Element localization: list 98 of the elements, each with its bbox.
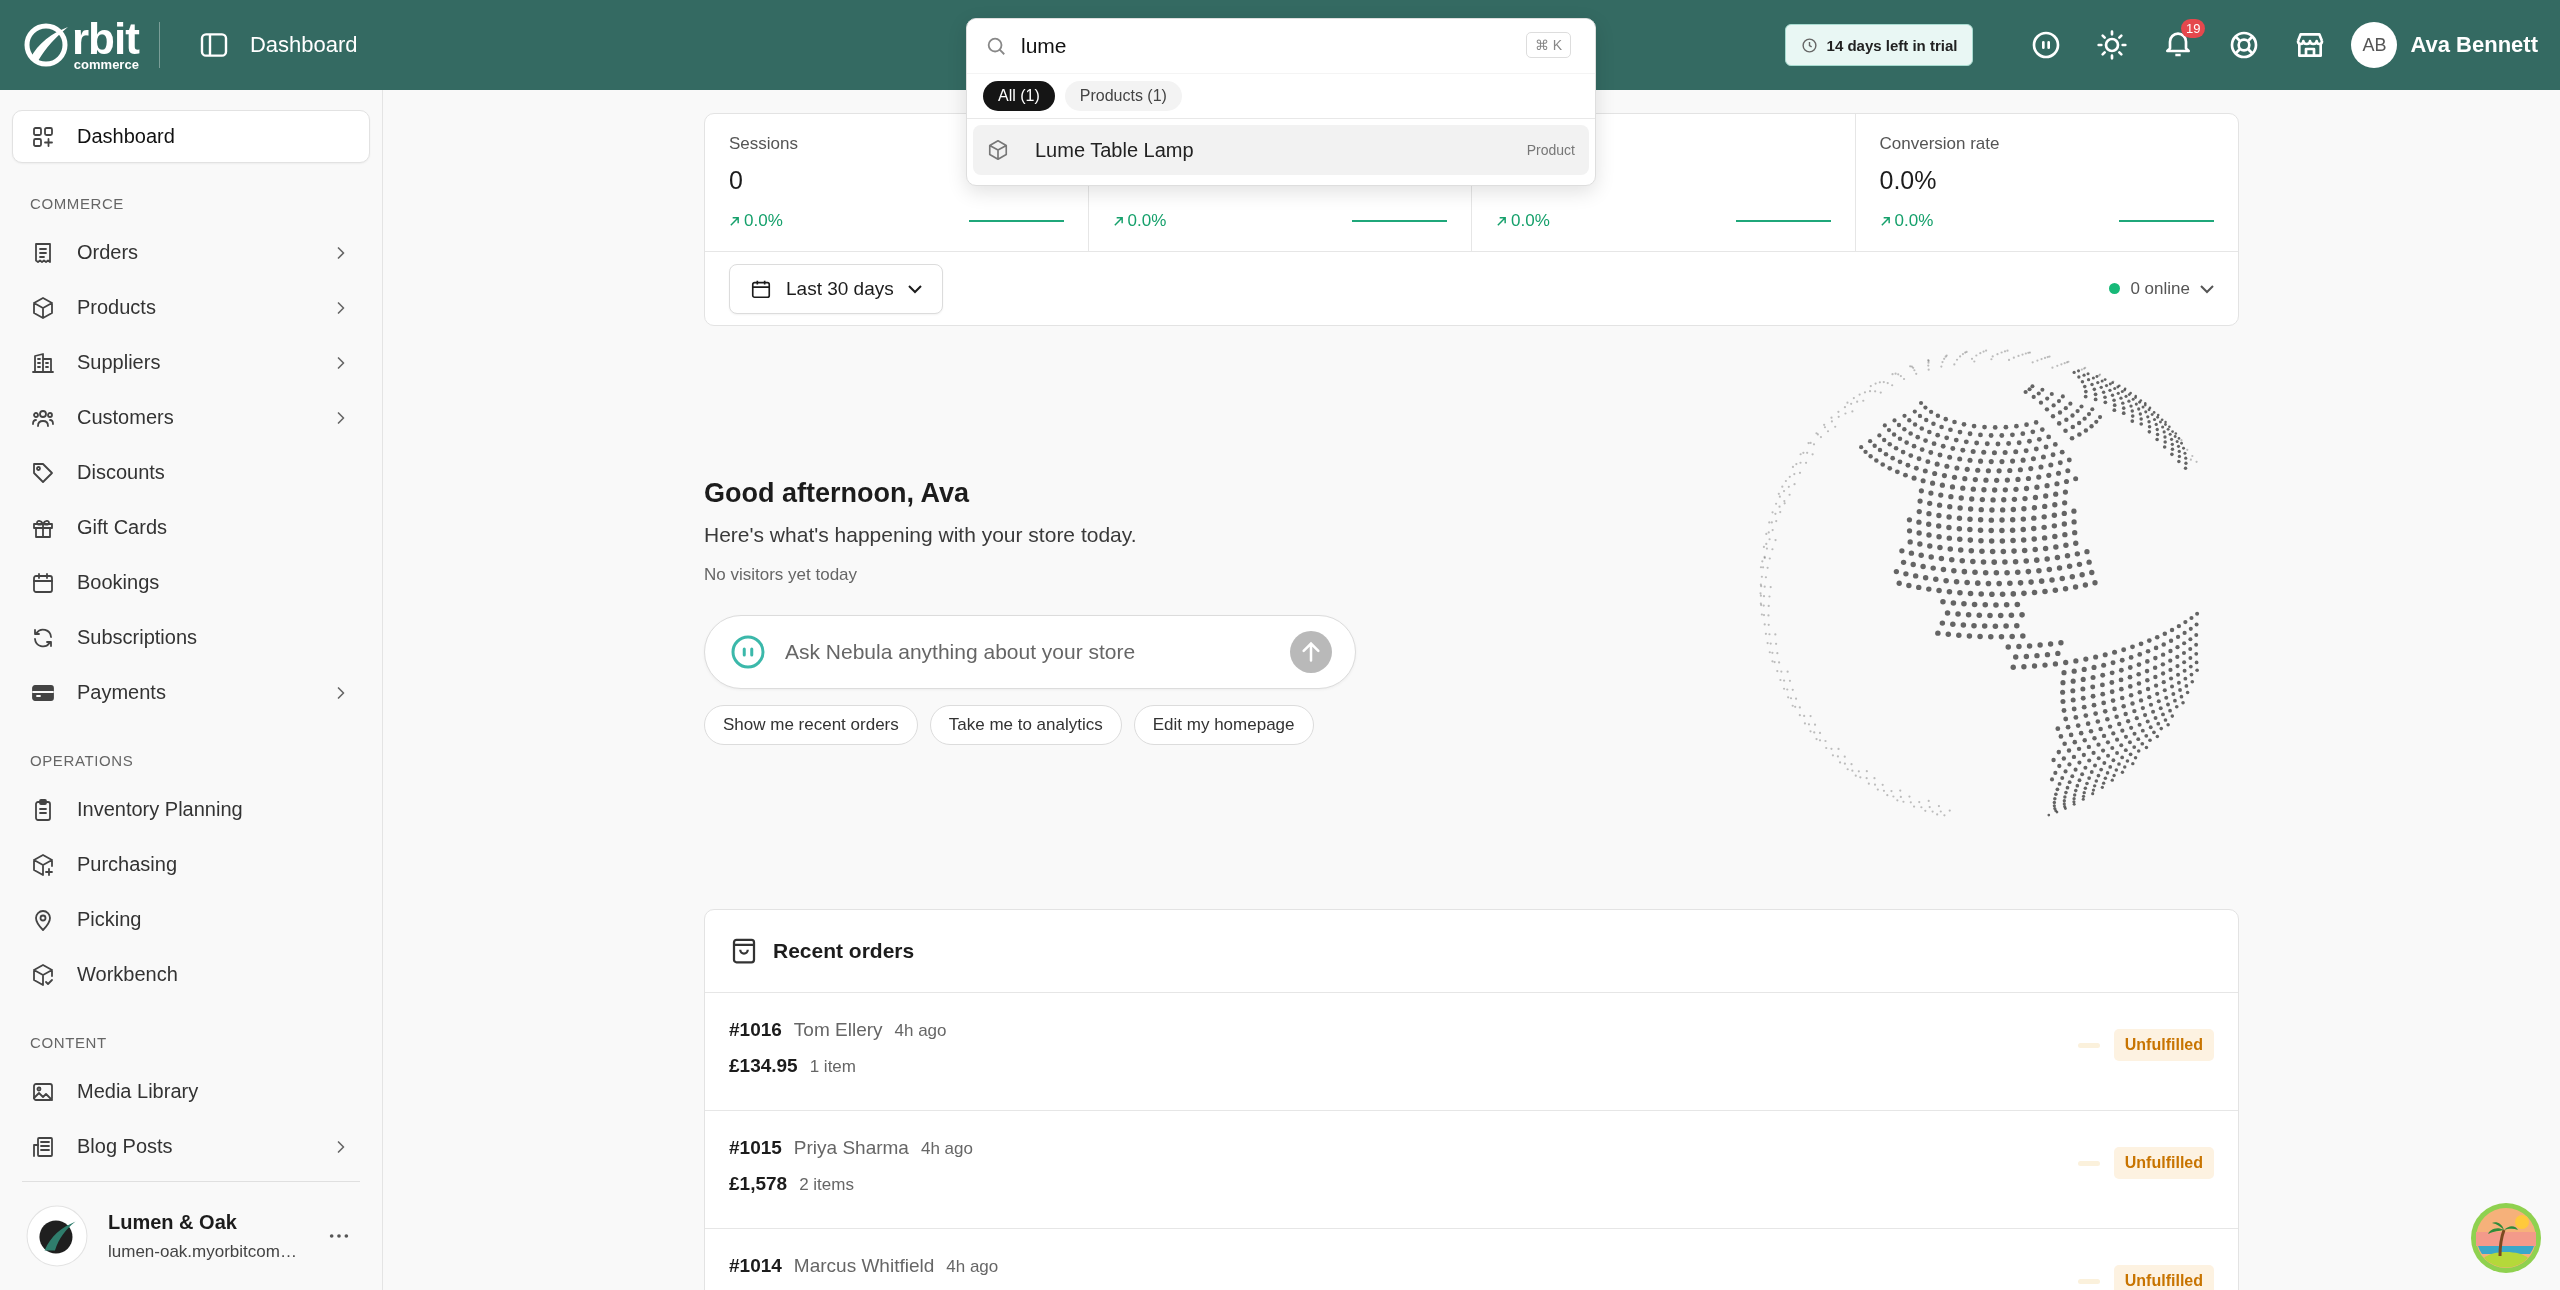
- order-total: £134.95: [729, 1055, 798, 1077]
- sidebar-item[interactable]: Bookings: [12, 555, 370, 610]
- status-badge: Unfulfilled: [2113, 1029, 2214, 1061]
- section-heading: CONTENT: [29, 1033, 108, 1053]
- arrow-up-right-icon: [1112, 215, 1124, 227]
- clock-icon: [1800, 36, 1818, 54]
- sidebar-item[interactable]: Products: [12, 280, 370, 335]
- building-icon: [31, 350, 55, 375]
- result-title: Lume Table Lamp: [1035, 138, 1195, 162]
- search-field[interactable]: lume ⌘ K: [967, 19, 1595, 74]
- section-heading: OPERATIONS: [29, 751, 135, 771]
- shortcut-hint: ⌘ K: [1525, 32, 1571, 58]
- sidebar-item[interactable]: Discounts: [12, 445, 370, 500]
- date-range-button[interactable]: Last 30 days: [729, 263, 943, 314]
- sidebar-item[interactable]: Suppliers: [12, 335, 370, 390]
- stat-label: Sessions: [729, 134, 798, 155]
- section-heading: COMMERCE: [29, 194, 125, 214]
- tag-icon: [31, 460, 55, 485]
- logo-tagline: commerce: [73, 58, 139, 72]
- sidebar-item[interactable]: Blog Posts: [12, 1119, 370, 1174]
- sidebar-item[interactable]: Inventory Planning: [12, 782, 370, 837]
- sidebar-item[interactable]: Media Library: [12, 1064, 370, 1119]
- newspaper-icon: [31, 1134, 55, 1159]
- item-count: 2 items: [799, 1175, 854, 1195]
- logo-icon: [22, 21, 70, 69]
- placeholder-bar: [2077, 1278, 2100, 1284]
- sidebar-item[interactable]: Customers: [12, 390, 370, 445]
- cube-plus-icon: [31, 852, 55, 877]
- card-title: Recent orders: [773, 939, 915, 963]
- order-number: #1016: [729, 1019, 782, 1041]
- sidebar-item[interactable]: Payments: [12, 665, 370, 720]
- placeholder-bar: [2077, 1160, 2100, 1166]
- status-badge: Unfulfilled: [2113, 1147, 2214, 1179]
- arrow-up-right-icon: [1496, 215, 1507, 227]
- order-time: 4h ago: [920, 1139, 973, 1159]
- logo-wordmark: rbit: [72, 18, 139, 59]
- sidebar-item[interactable]: Picking: [12, 892, 370, 947]
- visitors-note: No visitors yet today: [704, 564, 859, 585]
- order-total: £1,578: [729, 1173, 788, 1195]
- order-row[interactable]: #1014 Marcus Whitfield 4h ago Unfulfilled: [705, 1229, 2238, 1290]
- filter-tab[interactable]: Products (1): [1064, 81, 1182, 111]
- sidebar-item[interactable]: Purchasing: [12, 837, 370, 892]
- stat-change: 0.0%: [1112, 211, 1167, 231]
- stat-change: 0.0%: [1496, 211, 1550, 231]
- store-domain: lumen-oak.myorbitcom…: [108, 1241, 298, 1262]
- greeting-title: Good afternoon, Ava: [704, 477, 971, 509]
- stat-label: Conversion rate: [1879, 134, 2000, 155]
- greeting-subtitle: Here's what's happening with your store today.: [704, 522, 1138, 547]
- stat-value: 0.0%: [1879, 166, 1937, 196]
- trial-text: 14 days left in trial: [1826, 36, 1958, 54]
- suggestion-chip[interactable]: Edit my homepage: [1133, 704, 1314, 745]
- store-logo-icon: [26, 1205, 88, 1267]
- customer-name: Tom Ellery: [793, 1019, 883, 1041]
- cube-icon: [987, 139, 1009, 161]
- filter-tab[interactable]: All (1): [983, 81, 1055, 111]
- order-number: #1015: [729, 1137, 782, 1159]
- sidebar-item[interactable]: Subscriptions: [12, 610, 370, 665]
- suggestion-chip[interactable]: Show me recent orders: [704, 704, 918, 745]
- store-name: Lumen & Oak: [108, 1210, 238, 1234]
- sun-icon[interactable]: [2096, 29, 2129, 61]
- placeholder-bar: [2077, 1042, 2100, 1048]
- customer-name: Marcus Whitfield: [793, 1255, 935, 1277]
- more-icon[interactable]: [328, 1232, 350, 1240]
- online-indicator[interactable]: 0 online: [2109, 278, 2214, 299]
- stat-change: 0.0%: [1879, 211, 1934, 231]
- order-time: 4h ago: [894, 1021, 947, 1041]
- calendar-icon: [31, 570, 55, 595]
- arrow-up-right-icon: [1879, 215, 1891, 227]
- order-time: 4h ago: [946, 1257, 999, 1277]
- suggestion-chip[interactable]: Take me to analytics: [929, 704, 1122, 745]
- stat-value: 0: [729, 166, 743, 196]
- order-row[interactable]: #1015 Priya Sharma 4h ago £1,578 2 items Unfulfilled: [705, 1111, 2238, 1229]
- cube-check-icon: [31, 962, 55, 987]
- order-row[interactable]: #1016 Tom Ellery 4h ago £134.95 1 item Unfulfilled: [705, 993, 2238, 1111]
- arrow-up-right-icon: [729, 215, 740, 227]
- user-name[interactable]: Ava Bennett: [2410, 32, 2538, 58]
- notification-badge: 19: [2181, 19, 2206, 38]
- search-result[interactable]: Lume Table Lamp Product: [973, 125, 1589, 175]
- search-icon: [985, 35, 1007, 57]
- cube-icon: [31, 295, 55, 320]
- stat-change: 0.0%: [729, 211, 783, 231]
- trial-badge[interactable]: 14 days left in trial: [1784, 24, 1974, 66]
- caret-icon: [907, 284, 922, 293]
- sidebar-item[interactable]: Gift Cards: [12, 500, 370, 555]
- item-count: 1 item: [809, 1057, 856, 1077]
- result-type: Product: [1526, 142, 1575, 158]
- ask-field[interactable]: Ask Nebula anything about your store: [704, 614, 1356, 689]
- sidebar-item[interactable]: Dashboard: [12, 110, 370, 163]
- caret-icon: [2200, 284, 2214, 293]
- order-number: #1014: [729, 1255, 782, 1277]
- user-avatar[interactable]: AB: [2351, 22, 2398, 68]
- sidebar-item[interactable]: Orders: [12, 225, 370, 280]
- customer-name: Priya Sharma: [793, 1137, 909, 1159]
- page-title: Dashboard: [249, 32, 358, 58]
- sidebar-item[interactable]: Workbench: [12, 947, 370, 1002]
- face-icon: [730, 633, 766, 670]
- status-badge: Unfulfilled: [2113, 1265, 2214, 1290]
- grid-icon: [31, 124, 55, 149]
